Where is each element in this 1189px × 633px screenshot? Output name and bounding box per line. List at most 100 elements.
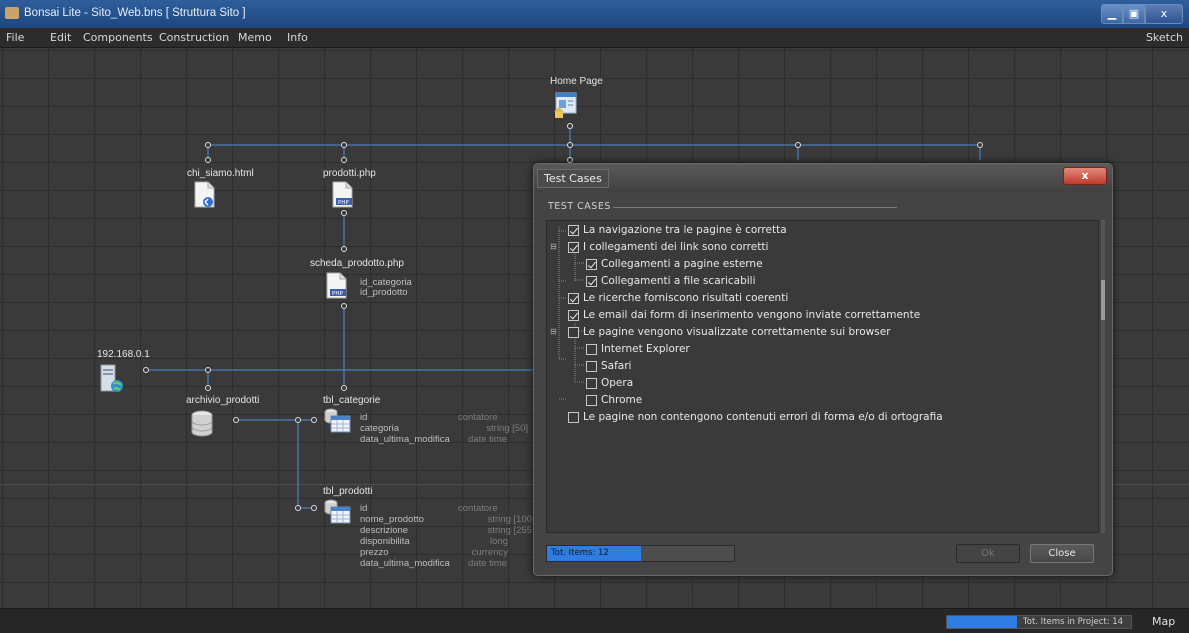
ok-button[interactable]: Ok	[956, 544, 1020, 563]
field-name: data_ultima_modifica	[360, 434, 450, 445]
test-items-label: Tot. Items: 12	[551, 548, 609, 558]
test-case-row[interactable]: Collegamenti a file scaricabili	[547, 274, 1087, 290]
test-case-row[interactable]: Safari	[547, 359, 1087, 375]
project-items-label: Tot. Items in Project: 14	[1023, 617, 1124, 627]
project-items-progress: Tot. Items in Project: 14	[946, 615, 1132, 629]
checkbox[interactable]	[586, 361, 597, 372]
menu-edit[interactable]: Edit	[50, 31, 71, 44]
menu-components[interactable]: Components	[83, 31, 153, 44]
php-page-icon[interactable]: PHP	[325, 272, 353, 302]
field-name: prezzo	[360, 547, 389, 558]
param-id-prodotto: id_prodotto	[360, 287, 408, 298]
map-button[interactable]: Map	[1152, 615, 1175, 628]
close-button[interactable]: Close	[1030, 544, 1094, 563]
section-divider	[613, 207, 897, 208]
checkbox[interactable]	[568, 412, 579, 423]
tbl-prodotti-label: tbl_prodotti	[323, 486, 373, 497]
checkbox[interactable]	[568, 242, 579, 253]
test-case-label: Collegamenti a file scaricabili	[601, 275, 756, 287]
field-type: date time	[468, 434, 508, 445]
window-title: Bonsai Lite - Sito_Web.bns [ Struttura S…	[24, 7, 246, 19]
tree-scrollbar[interactable]	[1101, 220, 1105, 533]
section-heading: TEST CASES	[548, 201, 611, 212]
field-name: disponibilita	[360, 536, 410, 547]
scrollbar-thumb[interactable]	[1101, 280, 1105, 320]
test-case-label: Chrome	[601, 394, 643, 406]
field-type: contatore	[458, 412, 498, 423]
database-label: archivio_prodotti	[186, 395, 260, 406]
field-type: date time	[468, 558, 508, 569]
test-case-row[interactable]: Le email dai form di inserimento vengono…	[547, 308, 1087, 324]
test-case-label: Safari	[601, 360, 632, 372]
minimize-button[interactable]: ▁	[1101, 4, 1123, 24]
scheda-prodotto-label: scheda_prodotto.php	[310, 258, 404, 269]
web-server-icon[interactable]	[99, 364, 127, 394]
field-name: id	[360, 412, 368, 423]
progress-fill	[947, 616, 1017, 628]
test-cases-tree[interactable]: La navigazione tra le pagine è corretta …	[546, 220, 1099, 533]
html-page-icon[interactable]	[193, 181, 217, 209]
checkbox[interactable]	[586, 344, 597, 355]
title-bar: Bonsai Lite - Sito_Web.bns [ Struttura S…	[0, 0, 1189, 28]
test-case-row[interactable]: ⊟ Le pagine vengono visualizzate corrett…	[547, 325, 1087, 341]
test-case-row[interactable]: Le ricerche forniscono risultati coerent…	[547, 291, 1087, 307]
chi-siamo-label: chi_siamo.html	[187, 168, 254, 179]
field-name: descrizione	[360, 525, 409, 536]
checkbox[interactable]	[586, 259, 597, 270]
menu-bar: File Edit Components Construction Memo I…	[0, 28, 1189, 48]
home-page-label: Home Page	[550, 76, 603, 87]
maximize-button[interactable]: ▣	[1123, 4, 1145, 24]
field-type: currency	[471, 547, 508, 558]
status-bar: Tot. Items in Project: 14 Map	[0, 608, 1189, 633]
table-icon[interactable]	[324, 408, 352, 434]
test-case-label: Collegamenti a pagine esterne	[601, 258, 763, 270]
table-icon[interactable]	[324, 499, 352, 525]
dialog-title-bar[interactable]: Test Cases x	[534, 164, 1112, 192]
field-type: string [255	[487, 525, 532, 536]
test-case-row[interactable]: Le pagine non contengono contenuti error…	[547, 410, 1087, 426]
test-case-row[interactable]: Collegamenti a pagine esterne	[547, 257, 1087, 273]
bonsai-app-icon	[5, 7, 19, 19]
server-ip-label: 192.168.0.1	[97, 349, 150, 360]
prodotti-label: prodotti.php	[323, 168, 376, 179]
close-window-button[interactable]: x	[1145, 4, 1183, 24]
php-page-icon[interactable]: PHP	[331, 181, 355, 209]
field-name: nome_prodotto	[360, 514, 424, 525]
menu-info[interactable]: Info	[287, 31, 308, 44]
collapse-icon[interactable]: ⊟	[550, 328, 557, 336]
test-cases-dialog: Test Cases x TEST CASES La navigazione t…	[533, 163, 1113, 576]
test-case-row[interactable]: Internet Explorer	[547, 342, 1087, 358]
test-case-label: Le pagine non contengono contenuti error…	[583, 411, 943, 423]
svg-text:PHP: PHP	[338, 200, 349, 206]
svg-text:PHP: PHP	[332, 291, 343, 297]
checkbox[interactable]	[568, 327, 579, 338]
checkbox[interactable]	[568, 225, 579, 236]
field-name: data_ultima_modifica	[360, 558, 450, 569]
menu-memo[interactable]: Memo	[238, 31, 272, 44]
field-name: categoria	[360, 423, 400, 434]
menu-construction[interactable]: Construction	[159, 31, 229, 44]
menu-file[interactable]: File	[6, 31, 24, 44]
test-case-label: I collegamenti dei link sono corretti	[583, 241, 769, 253]
checkbox[interactable]	[568, 310, 579, 321]
dialog-close-icon[interactable]: x	[1063, 167, 1107, 185]
home-page-icon[interactable]	[554, 92, 578, 118]
test-case-row[interactable]: Opera	[547, 376, 1087, 392]
test-case-row[interactable]: La navigazione tra le pagine è corretta	[547, 223, 1087, 239]
test-case-row[interactable]: ⊟ I collegamenti dei link sono corretti	[547, 240, 1087, 256]
test-case-row[interactable]: Chrome	[547, 393, 1087, 409]
test-case-label: Internet Explorer	[601, 343, 690, 355]
tbl-categorie-label: tbl_categorie	[323, 395, 381, 406]
checkbox[interactable]	[586, 395, 597, 406]
test-case-label: La navigazione tra le pagine è corretta	[583, 224, 787, 236]
test-case-label: Le pagine vengono visualizzate correttam…	[583, 326, 891, 338]
field-type: contatore	[458, 503, 498, 514]
checkbox[interactable]	[586, 378, 597, 389]
test-items-progress: Tot. Items: 12	[546, 545, 735, 562]
checkbox[interactable]	[586, 276, 597, 287]
collapse-icon[interactable]: ⊟	[550, 243, 557, 251]
test-case-label: Le email dai form di inserimento vengono…	[583, 309, 921, 321]
sketch-mode-button[interactable]: Sketch	[1146, 31, 1183, 44]
checkbox[interactable]	[568, 293, 579, 304]
database-icon[interactable]	[191, 410, 215, 438]
